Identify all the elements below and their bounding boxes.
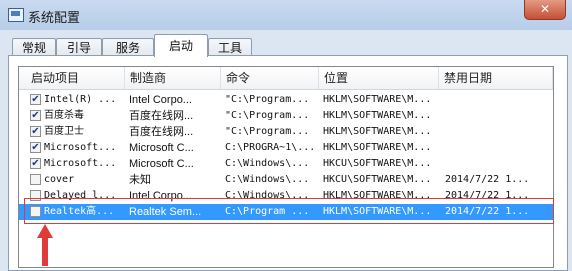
cell-command: C:\Program ... bbox=[225, 206, 310, 217]
cell-maker: Intel Corpo... bbox=[129, 190, 192, 202]
cell-maker: Realtek Sem... bbox=[129, 206, 202, 218]
startup-checkbox[interactable]: ✔ bbox=[30, 142, 41, 153]
cell-maker: 未知 bbox=[129, 174, 151, 186]
cell-disabled-date bbox=[445, 108, 549, 124]
startup-checkbox[interactable]: ✔ bbox=[30, 158, 41, 169]
cell-command: C:\Windows\... bbox=[225, 158, 310, 169]
startup-checkbox[interactable]: ✔ bbox=[30, 110, 41, 121]
cell-item: cover bbox=[44, 174, 75, 185]
cell-command: C:\PROGRA~1\... bbox=[225, 142, 316, 153]
cell-maker: Microsoft C... bbox=[129, 142, 194, 154]
startup-checkbox[interactable]: ✔ bbox=[30, 94, 41, 105]
tab-startup[interactable]: 启动 bbox=[154, 34, 208, 57]
startup-checkbox[interactable] bbox=[30, 190, 41, 201]
cell-command: "C:\Program... bbox=[225, 126, 310, 137]
table-row[interactable]: ✔ Intel(R) ... Intel Corpo... "C:\Progra… bbox=[19, 92, 553, 108]
cell-location: HKLM\SOFTWARE\M... bbox=[323, 94, 432, 105]
cell-item: Microsoft... bbox=[44, 158, 117, 169]
cell-disabled-date bbox=[445, 92, 549, 108]
list-header: 启动项目 制造商 命令 位置 禁用日期 bbox=[19, 67, 553, 90]
cell-item: Microsoft... bbox=[44, 142, 117, 153]
cell-item: 百度杀毒 bbox=[44, 110, 84, 121]
cell-disabled-date: 2014/7/22 1... bbox=[445, 174, 530, 185]
cell-command: "C:\Program... bbox=[225, 110, 310, 121]
column-manufacturer[interactable]: 制造商 bbox=[125, 67, 221, 89]
cell-disabled-date bbox=[445, 124, 549, 140]
cell-command: C:\Windows\... bbox=[225, 190, 310, 201]
cell-disabled-date bbox=[445, 156, 549, 172]
startup-list[interactable]: 启动项目 制造商 命令 位置 禁用日期 ✔ Intel(R) ... Intel… bbox=[18, 66, 554, 268]
cell-location: HKLM\SOFTWARE\M... bbox=[323, 190, 432, 201]
cell-command: C:\Windows\... bbox=[225, 174, 310, 185]
cell-maker: Intel Corpo... bbox=[129, 94, 192, 106]
cell-maker: Microsoft C... bbox=[129, 158, 194, 170]
window-title: 系统配置 bbox=[28, 10, 81, 25]
cell-location: HKLM\SOFTWARE\M... bbox=[323, 110, 432, 121]
cell-location: HKCU\SOFTWARE\M... bbox=[323, 174, 432, 185]
column-command[interactable]: 命令 bbox=[221, 67, 319, 89]
startup-checkbox[interactable]: ✔ bbox=[30, 126, 41, 137]
column-location[interactable]: 位置 bbox=[319, 67, 439, 89]
close-button[interactable]: ✕ bbox=[524, 0, 566, 20]
cell-location: HKCU\SOFTWARE\M... bbox=[323, 158, 432, 169]
table-row-selected[interactable]: Realtek高... Realtek Sem... C:\Program ..… bbox=[19, 204, 553, 220]
system-config-icon bbox=[8, 8, 24, 22]
cell-location: HKLM\SOFTWARE\M... bbox=[323, 206, 432, 217]
cell-item: Intel(R) ... bbox=[44, 94, 117, 105]
cell-maker: 百度在线网... bbox=[129, 126, 194, 138]
startup-checkbox[interactable] bbox=[30, 206, 41, 217]
cell-maker: 百度在线网... bbox=[129, 110, 194, 122]
table-row[interactable]: Delayed l... Intel Corpo... C:\Windows\.… bbox=[19, 188, 553, 204]
cell-item: 百度卫士 bbox=[44, 126, 84, 137]
column-disabled-date[interactable]: 禁用日期 bbox=[439, 67, 553, 89]
annotation-arrow-icon bbox=[37, 224, 53, 266]
cell-item: Delayed l... bbox=[44, 190, 117, 201]
cell-disabled-date: 2014/7/22 1... bbox=[445, 190, 530, 201]
table-row[interactable]: ✔ 百度卫士 百度在线网... "C:\Program... HKLM\SOFT… bbox=[19, 124, 553, 140]
cell-location: HKLM\SOFTWARE\M... bbox=[323, 142, 432, 153]
table-row[interactable]: cover 未知 C:\Windows\... HKCU\SOFTWARE\M.… bbox=[19, 172, 553, 188]
cell-item: Realtek高... bbox=[44, 206, 115, 217]
cell-disabled-date: 2014/7/22 1... bbox=[445, 206, 530, 217]
tab-strip: 常规 引导 服务 启动 工具 bbox=[8, 34, 568, 57]
cell-disabled-date bbox=[445, 140, 549, 156]
column-startup-item[interactable]: 启动项目 bbox=[19, 67, 125, 89]
startup-checkbox[interactable] bbox=[30, 174, 41, 185]
table-row[interactable]: ✔ 百度杀毒 百度在线网... "C:\Program... HKLM\SOFT… bbox=[19, 108, 553, 124]
cell-location: HKLM\SOFTWARE\M... bbox=[323, 126, 432, 137]
title-bar: 系统配置 ✕ bbox=[0, 0, 572, 30]
table-row[interactable]: ✔ Microsoft... Microsoft C... C:\PROGRA~… bbox=[19, 140, 553, 156]
cell-command: "C:\Program... bbox=[225, 94, 310, 105]
table-row[interactable]: ✔ Microsoft... Microsoft C... C:\Windows… bbox=[19, 156, 553, 172]
